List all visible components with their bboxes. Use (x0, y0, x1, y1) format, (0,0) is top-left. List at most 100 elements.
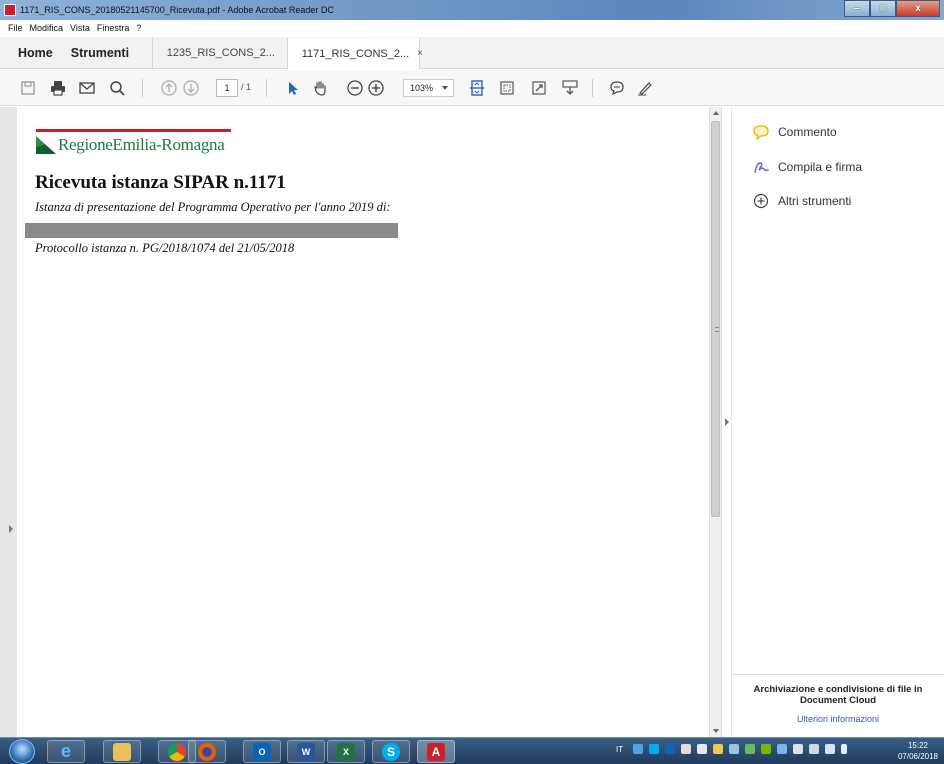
scroll-up-icon[interactable] (713, 111, 719, 115)
zoom-in-icon[interactable] (367, 79, 385, 97)
outlook-tray-icon[interactable] (665, 744, 676, 754)
language-indicator[interactable]: IT (616, 745, 623, 754)
document-tab-label: 1171_RIS_CONS_2... (301, 47, 410, 60)
menu-vista[interactable]: Vista (70, 23, 90, 33)
comment-icon[interactable] (608, 79, 626, 97)
fill-sign-icon (752, 158, 770, 176)
tray-app-icon[interactable] (777, 744, 788, 754)
full-screen-icon[interactable] (530, 79, 548, 97)
menu-file[interactable]: File (8, 23, 23, 33)
menu-finestra[interactable]: Finestra (97, 23, 130, 33)
file-explorer-icon[interactable] (103, 740, 141, 763)
window-controls: – □ x (844, 0, 940, 17)
email-icon[interactable] (78, 79, 96, 97)
document-cloud-promo: Archiviazione e condivisione di file in … (732, 674, 944, 737)
skype-tray-icon[interactable] (649, 744, 660, 754)
document-protocol: Protocollo istanza n. PG/2018/1074 del 2… (35, 241, 295, 255)
menu-bar: File Modifica Vista Finestra ? (0, 20, 944, 36)
more-info-link[interactable]: Ulteriori informazioni (732, 714, 944, 724)
tool-altri-strumenti[interactable]: Altri strumenti (752, 192, 851, 210)
nvidia-icon[interactable] (761, 744, 772, 754)
read-mode-icon[interactable] (561, 79, 579, 97)
internet-explorer-icon[interactable]: e (47, 740, 85, 763)
vertical-scrollbar[interactable] (709, 107, 721, 737)
tool-label: Altri strumenti (778, 194, 852, 208)
select-cursor-icon[interactable] (284, 79, 302, 97)
menu-modifica[interactable]: Modifica (30, 23, 64, 33)
redacted-text-block (25, 223, 398, 238)
zoom-out-icon[interactable] (346, 79, 364, 97)
acrobat-icon[interactable]: A (417, 740, 455, 763)
onedrive-icon[interactable] (633, 744, 644, 754)
page-down-icon[interactable] (182, 79, 200, 97)
close-window-button[interactable]: x (896, 0, 940, 17)
tray-app-icon[interactable] (697, 744, 708, 754)
tool-label: Compila e firma (778, 160, 863, 174)
grip-icon (715, 327, 719, 332)
menu-help[interactable]: ? (136, 23, 141, 33)
scrollbar-thumb[interactable] (711, 121, 720, 517)
print-icon[interactable] (49, 79, 67, 97)
outlook-icon[interactable]: O (243, 740, 281, 763)
clock[interactable]: 15:22 07/06/2018 (898, 740, 938, 762)
windows-taskbar: e O W X S A IT 15:22 07/06/2018 (0, 737, 944, 764)
toolbar-separator (592, 79, 593, 97)
clock-time: 15:22 (907, 741, 928, 750)
logo-green-triangle (36, 136, 56, 154)
tab-strumenti[interactable]: Strumenti (62, 37, 152, 68)
marquee-zoom-icon[interactable] (498, 79, 516, 97)
tab-bar: Home Strumenti 1235_RIS_CONS_2... 1171_R… (0, 37, 944, 69)
document-tab[interactable]: 1235_RIS_CONS_2... (151, 37, 287, 68)
system-tray: IT (616, 744, 853, 754)
comment-bubble-icon (752, 123, 770, 141)
word-icon[interactable]: W (287, 740, 325, 763)
toolbar-separator (142, 79, 143, 97)
logo-text: RegioneEmilia-Romagna (58, 135, 225, 154)
close-tab-icon[interactable]: × (417, 48, 423, 59)
page-number-input[interactable]: 1 (216, 79, 238, 97)
tool-compila-firma[interactable]: Compila e firma (752, 158, 862, 176)
flag-icon[interactable] (793, 744, 804, 754)
maximize-button[interactable]: □ (870, 0, 896, 17)
document-tab-label: 1235_RIS_CONS_2... (166, 46, 275, 59)
hand-tool-icon[interactable] (311, 79, 329, 97)
fit-page-icon[interactable] (468, 79, 486, 97)
promo-title: Archiviazione e condivisione di file in … (753, 684, 923, 706)
bluetooth-icon[interactable] (729, 744, 740, 754)
window-title: 1171_RIS_CONS_20180521145700_Ricevuta.pd… (20, 5, 334, 15)
tab-home[interactable]: Home (0, 37, 62, 68)
save-icon[interactable] (19, 79, 37, 97)
tray-app-icon[interactable] (745, 744, 756, 754)
search-icon[interactable] (108, 79, 126, 97)
right-pane-splitter[interactable] (721, 107, 732, 737)
left-pane-toggle-icon[interactable] (9, 525, 13, 533)
network-icon[interactable] (825, 744, 836, 754)
firefox-icon[interactable] (188, 740, 226, 763)
plus-circle-icon (752, 192, 770, 210)
power-icon[interactable] (809, 744, 820, 754)
logo-red-bar (36, 129, 231, 132)
toolbar-separator (266, 79, 267, 97)
tray-app-icon[interactable] (681, 744, 692, 754)
minimize-button[interactable]: – (844, 0, 870, 17)
document-tab-active[interactable]: 1171_RIS_CONS_2... × (286, 38, 423, 69)
zoom-value: 103% (410, 83, 434, 93)
sign-icon[interactable] (636, 79, 654, 97)
volume-icon[interactable] (841, 744, 848, 754)
collapse-right-pane-icon[interactable] (725, 418, 729, 426)
window-title-bar: 1171_RIS_CONS_20180521145700_Ricevuta.pd… (0, 0, 944, 20)
tool-commento[interactable]: Commento (752, 123, 837, 141)
document-subtitle: Istanza di presentazione del Programma O… (35, 200, 391, 214)
regione-logo: RegioneEmilia-Romagna (36, 129, 231, 159)
page-up-icon[interactable] (160, 79, 178, 97)
toolbar: 1 / 1 103% (0, 70, 944, 106)
excel-icon[interactable]: X (327, 740, 365, 763)
zoom-select[interactable]: 103% (403, 79, 454, 97)
tool-label: Commento (778, 125, 837, 139)
scroll-down-icon[interactable] (713, 729, 719, 733)
start-orb-icon[interactable] (9, 739, 35, 764)
document-title: Ricevuta istanza SIPAR n.1171 (35, 172, 286, 193)
tray-app-icon[interactable] (713, 744, 724, 754)
clock-date: 07/06/2018 (897, 752, 938, 761)
skype-icon[interactable]: S (372, 740, 410, 763)
